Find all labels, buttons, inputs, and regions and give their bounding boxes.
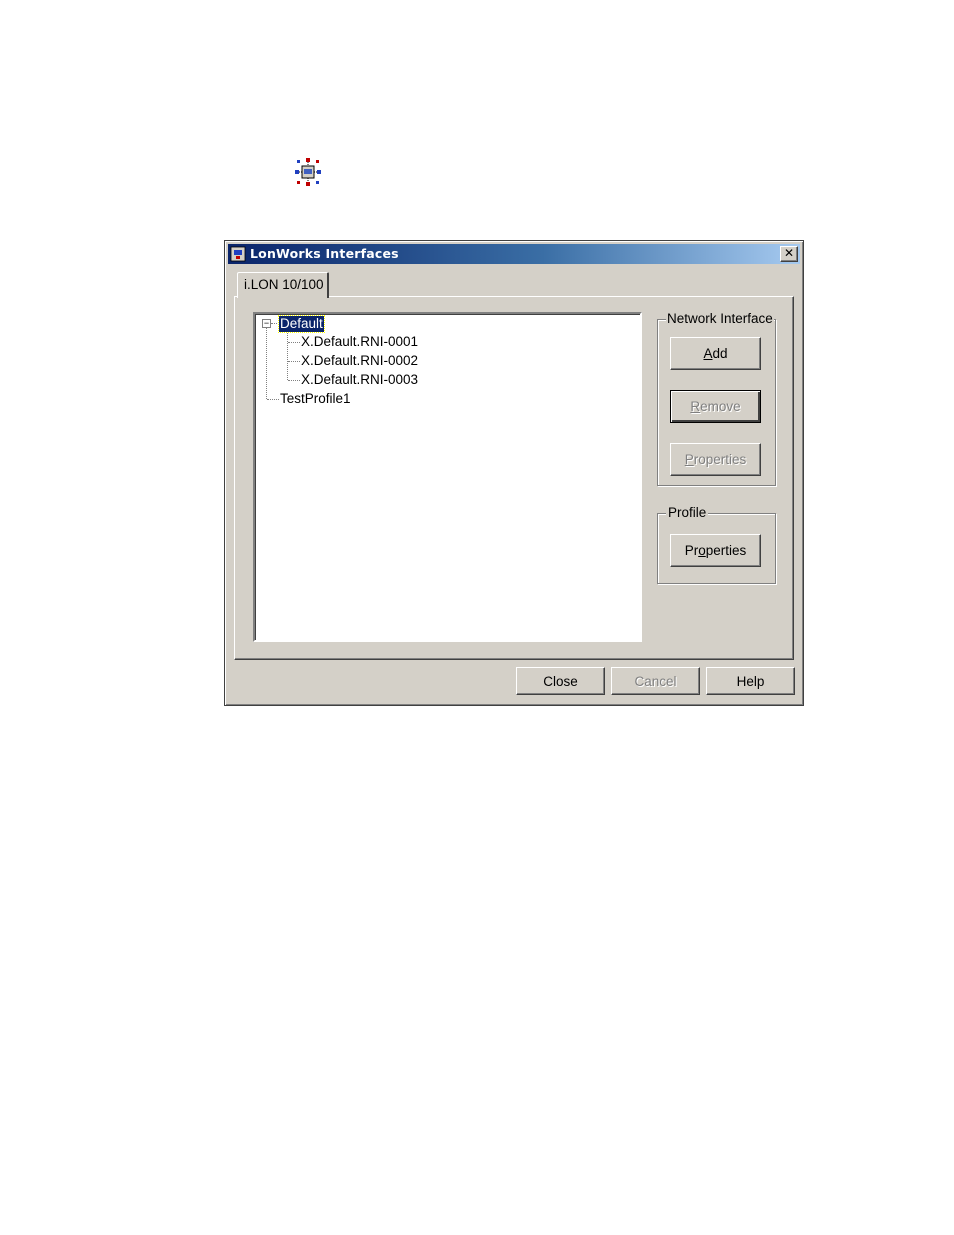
profile-label: Profile (666, 505, 709, 521)
tree-item-rni-0003[interactable]: X.Default.RNI-0003 (301, 372, 418, 388)
dialog-title: LonWorks Interfaces (250, 246, 399, 261)
lonworks-app-icon (230, 246, 246, 262)
tree-line (288, 361, 300, 362)
network-interface-properties-button[interactable]: Properties (670, 443, 761, 476)
network-node-icon (295, 158, 321, 186)
cancel-button[interactable]: Cancel (611, 667, 700, 695)
network-interface-label: Network Interface (666, 311, 774, 327)
tree-line (266, 327, 267, 399)
tree-item-default[interactable]: Default (278, 315, 325, 333)
title-close-button[interactable]: ✕ (780, 246, 798, 262)
help-button[interactable]: Help (706, 667, 795, 695)
profile-tree-view[interactable]: − Default X.Default.RNI-0001 X.Default.R… (253, 312, 642, 642)
add-button[interactable]: Add (670, 337, 761, 370)
tree-item-rni-0002[interactable]: X.Default.RNI-0002 (301, 353, 418, 369)
tab-ilon-10-100[interactable]: i.LON 10/100 (237, 272, 329, 298)
collapse-toggle-icon[interactable]: − (262, 319, 271, 328)
tree-line (287, 328, 288, 380)
title-bar[interactable]: LonWorks Interfaces ✕ (228, 244, 800, 264)
tree-line (267, 399, 279, 400)
tree-line (271, 323, 277, 324)
close-icon: ✕ (783, 246, 795, 260)
remove-button[interactable]: Remove (670, 390, 761, 423)
tree-line (288, 342, 300, 343)
tree-item-rni-0001[interactable]: X.Default.RNI-0001 (301, 334, 418, 350)
close-button[interactable]: Close (516, 667, 605, 695)
tree-item-testprofile1[interactable]: TestProfile1 (280, 391, 351, 407)
tree-line (288, 380, 300, 381)
profile-properties-button[interactable]: Properties (670, 534, 761, 567)
